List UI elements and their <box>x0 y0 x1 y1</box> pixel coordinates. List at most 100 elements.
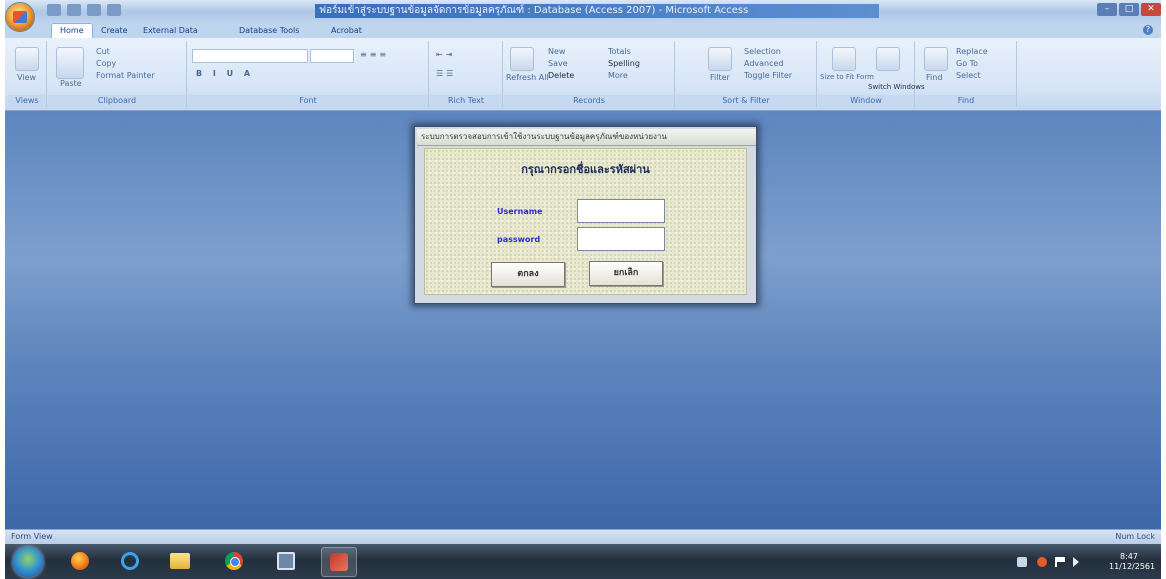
password-field[interactable] <box>577 227 665 251</box>
find-icon[interactable] <box>924 47 948 71</box>
align-buttons[interactable]: ≡≡≡ <box>360 50 389 59</box>
window-title: ฟอร์มเข้าสู่ระบบฐานข้อมูลจัดการข้อมูลครุ… <box>315 4 879 18</box>
start-button[interactable] <box>13 547 43 577</box>
status-view-mode: Form View <box>11 532 53 541</box>
clock[interactable]: 8:47 11/12/2561 <box>1109 552 1156 572</box>
redo-icon[interactable] <box>87 4 101 16</box>
group-records: Refresh All New Save Delete Totals Spell… <box>504 41 675 107</box>
window-switcher-icon[interactable] <box>269 547 303 575</box>
refresh-all-label: Refresh All <box>506 73 549 82</box>
group-label-rich-text: Rich Text <box>430 95 502 107</box>
tab-create[interactable]: Create <box>93 24 136 38</box>
volume-icon[interactable] <box>1073 557 1079 567</box>
list-buttons[interactable]: ☰☰ <box>436 69 456 78</box>
select-button[interactable]: Select <box>956 71 981 80</box>
notification-icon[interactable] <box>1037 557 1047 567</box>
username-field[interactable] <box>577 199 665 223</box>
group-font: ≡≡≡ B I U A Font <box>188 41 429 107</box>
close-button[interactable]: ✕ <box>1141 3 1161 16</box>
refresh-icon[interactable] <box>510 47 534 71</box>
tab-home[interactable]: Home <box>51 23 93 38</box>
chrome-icon[interactable] <box>217 547 251 575</box>
copy-button[interactable]: Copy <box>96 59 116 68</box>
delete-record-button[interactable]: Delete <box>548 71 574 80</box>
file-explorer-icon[interactable] <box>163 547 197 575</box>
toggle-filter-button[interactable]: Toggle Filter <box>744 71 792 80</box>
selection-button[interactable]: Selection <box>744 47 781 56</box>
group-label-sort-filter: Sort & Filter <box>676 95 816 107</box>
window-controls: – □ ✕ <box>1095 3 1165 17</box>
switch-windows-icon[interactable] <box>876 47 900 71</box>
find-label: Find <box>926 73 943 82</box>
office-button[interactable] <box>6 3 34 31</box>
replace-button[interactable]: Replace <box>956 47 988 56</box>
tab-external-data[interactable]: External Data <box>135 24 206 38</box>
ok-button[interactable]: ตกลง <box>491 262 565 287</box>
group-views: View Views <box>8 41 47 107</box>
system-tray: 8:47 11/12/2561 <box>1005 547 1155 575</box>
group-label-clipboard: Clipboard <box>48 95 186 107</box>
view-button-label: View <box>17 73 36 82</box>
font-family-combo[interactable] <box>192 49 308 63</box>
access-icon[interactable] <box>321 547 357 577</box>
status-num-lock: Num Lock <box>1115 532 1155 541</box>
more-button[interactable]: More <box>608 71 628 80</box>
windows-taskbar: 8:47 11/12/2561 <box>5 544 1161 579</box>
group-label-font: Font <box>188 95 428 107</box>
group-label-records: Records <box>504 95 674 107</box>
clock-date: 11/12/2561 <box>1109 562 1156 571</box>
group-label-find: Find <box>916 95 1016 107</box>
action-center-flag-icon[interactable] <box>1055 557 1065 567</box>
filter-icon[interactable] <box>708 47 732 71</box>
size-to-fit-icon[interactable] <box>832 47 856 71</box>
go-to-button[interactable]: Go To <box>956 59 978 68</box>
view-icon[interactable] <box>15 47 39 71</box>
spelling-button[interactable]: Spelling <box>608 59 640 68</box>
filter-label: Filter <box>710 73 730 82</box>
group-clipboard: Paste Cut Copy Format Painter Clipboard <box>48 41 187 107</box>
size-to-fit-label: Size to Fit Form <box>820 73 874 81</box>
firefox-icon[interactable] <box>63 547 97 575</box>
internet-explorer-icon[interactable] <box>113 547 147 575</box>
quick-access-toolbar <box>47 4 187 18</box>
font-size-combo[interactable] <box>310 49 354 63</box>
paste-label: Paste <box>60 79 82 88</box>
group-window: Size to Fit Form Switch Windows Window <box>818 41 925 107</box>
format-painter-button[interactable]: Format Painter <box>96 71 155 80</box>
cut-button[interactable]: Cut <box>96 47 110 56</box>
title-bar: ฟอร์มเข้าสู่ระบบฐานข้อมูลจัดการข้อมูลครุ… <box>5 0 1161 23</box>
dialog-body: กรุณากรอกชื่อและรหัสผ่าน Username passwo… <box>424 148 747 295</box>
dialog-heading: กรุณากรอกชื่อและรหัสผ่าน <box>521 163 650 176</box>
network-icon[interactable] <box>1017 557 1027 567</box>
group-find: Find Replace Go To Select Find <box>916 41 1017 107</box>
totals-button[interactable]: Totals <box>608 47 631 56</box>
ribbon: View Views Paste Cut Copy Format Painter… <box>5 38 1161 111</box>
help-icon[interactable]: ? <box>1143 25 1153 35</box>
minimize-button[interactable]: – <box>1097 3 1117 16</box>
group-label-views: Views <box>8 95 46 107</box>
dialog-title: ระบบการตรวจสอบการเข้าใช้งานระบบฐานข้อมูล… <box>417 129 756 146</box>
dropdown-icon[interactable] <box>107 4 121 16</box>
clock-time: 8:47 <box>1120 552 1138 561</box>
paste-icon[interactable] <box>56 47 84 79</box>
indent-buttons[interactable]: ⇤⇥ <box>436 50 455 59</box>
advanced-button[interactable]: Advanced <box>744 59 784 68</box>
password-label: password <box>497 235 541 244</box>
maximize-button[interactable]: □ <box>1119 3 1139 16</box>
status-bar: Form View Num Lock <box>5 529 1161 545</box>
tab-database-tools[interactable]: Database Tools <box>231 24 307 38</box>
bold-italic-underline-buttons[interactable]: B I U A <box>196 69 254 78</box>
username-label: Username <box>497 207 543 216</box>
tab-acrobat[interactable]: Acrobat <box>323 24 370 38</box>
cancel-button[interactable]: ยกเลิก <box>589 261 663 286</box>
group-sort-filter: Filter Selection Advanced Toggle Filter … <box>676 41 817 107</box>
group-label-window: Window <box>818 95 914 107</box>
office-logo-icon <box>13 11 27 23</box>
save-icon[interactable] <box>47 4 61 16</box>
login-dialog: ระบบการตรวจสอบการเข้าใช้งานระบบฐานข้อมูล… <box>414 126 757 304</box>
group-rich-text: ⇤⇥ ☰☰ Rich Text <box>430 41 503 107</box>
ribbon-tab-bar: Home Create External Data Database Tools… <box>5 22 1161 38</box>
undo-icon[interactable] <box>67 4 81 16</box>
save-record-button[interactable]: Save <box>548 59 568 68</box>
new-record-button[interactable]: New <box>548 47 565 56</box>
